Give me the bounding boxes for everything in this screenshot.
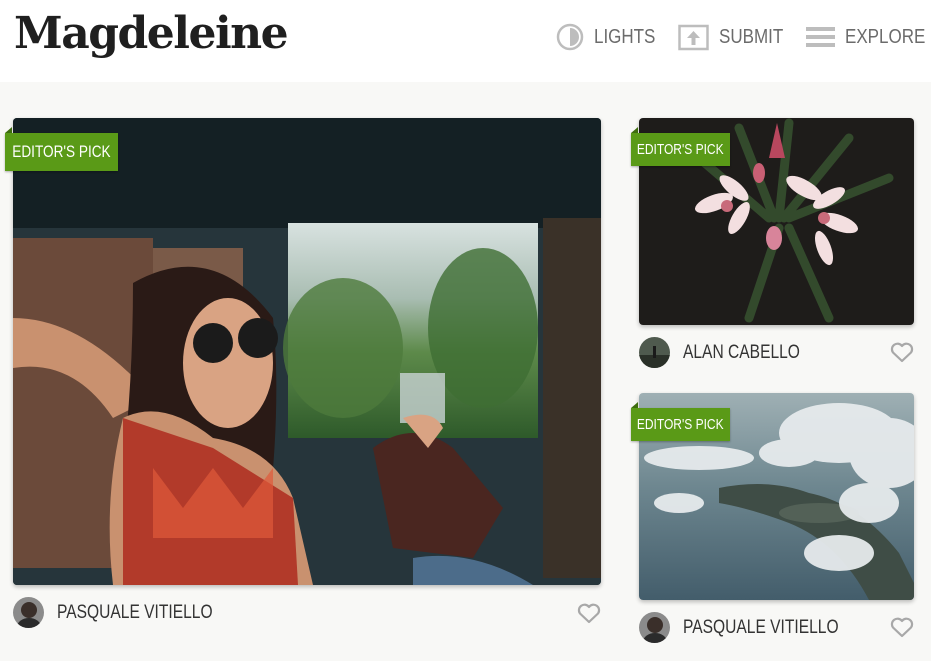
author-name: PASQUALE VITIELLO: [57, 601, 213, 623]
editors-pick-badge: EDITOR'S PICK: [631, 127, 730, 166]
photo-author[interactable]: PASQUALE VITIELLO: [639, 612, 873, 643]
site-header: Magdeleine LIGHTS SUBMIT EXPLORE: [0, 0, 931, 82]
author-name: ALAN CABELLO: [683, 341, 800, 363]
photo-woman-in-car[interactable]: [13, 118, 601, 585]
photo-author[interactable]: PASQUALE VITIELLO: [13, 597, 247, 628]
editors-pick-badge: EDITOR'S PICK: [631, 402, 730, 441]
avatar: [13, 597, 44, 628]
site-logo[interactable]: Magdeleine: [14, 8, 289, 59]
upload-icon: [678, 24, 709, 51]
photo-author[interactable]: ALAN CABELLO: [639, 337, 826, 368]
avatar: [639, 612, 670, 643]
heart-icon[interactable]: [890, 342, 914, 363]
nav-explore-label: EXPLORE: [845, 25, 926, 48]
avatar: [639, 337, 670, 368]
nav-submit-label: SUBMIT: [719, 25, 784, 48]
nav-submit[interactable]: SUBMIT: [678, 22, 795, 52]
nav-lights[interactable]: LIGHTS: [556, 22, 666, 52]
nav-lights-label: LIGHTS: [594, 25, 656, 48]
heart-icon[interactable]: [890, 617, 914, 638]
contrast-icon: [556, 23, 584, 51]
nav-explore[interactable]: EXPLORE: [806, 22, 931, 52]
menu-icon: [806, 27, 835, 47]
heart-icon[interactable]: [577, 603, 601, 624]
author-name: PASQUALE VITIELLO: [683, 616, 839, 638]
editors-pick-badge: EDITOR'S PICK: [5, 127, 118, 171]
